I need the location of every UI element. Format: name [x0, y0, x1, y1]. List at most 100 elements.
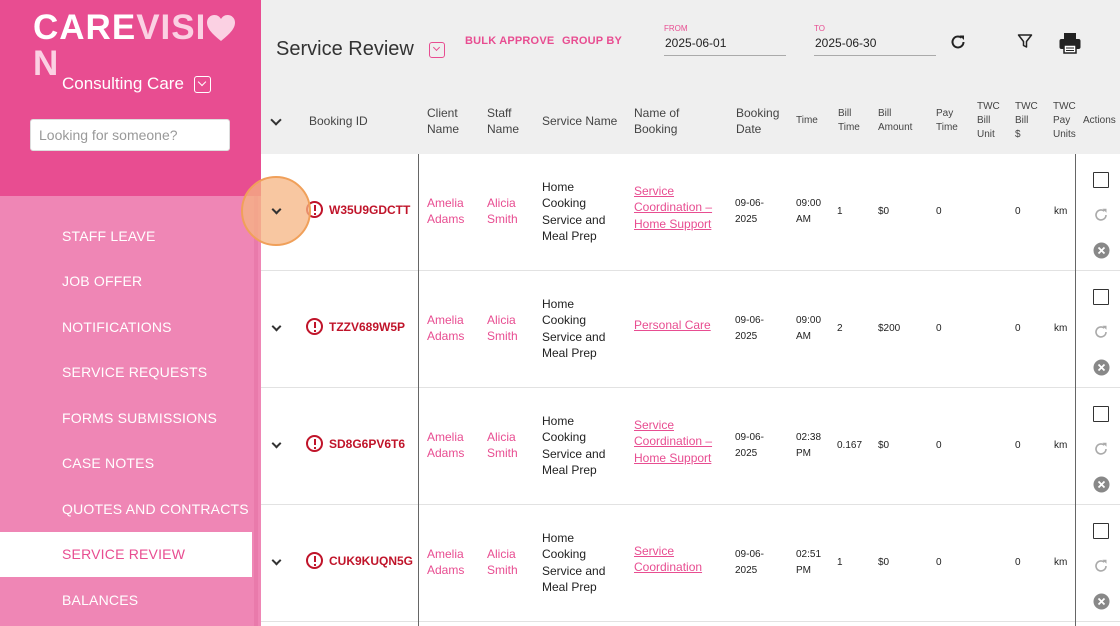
column-header-twc-bill-dollar[interactable]: TWC Bill $: [1015, 100, 1038, 142]
twc-pay-units: km: [1054, 323, 1068, 334]
client-name[interactable]: Amelia Adams: [427, 429, 464, 462]
chevron-down-icon[interactable]: [271, 555, 282, 566]
staff-name[interactable]: Alicia Smith: [487, 312, 518, 345]
sidebar-scrollbar[interactable]: [254, 196, 258, 626]
refresh-icon[interactable]: [949, 33, 967, 51]
text-line: Home: [542, 531, 575, 545]
chevron-down-icon[interactable]: [429, 42, 445, 58]
text-line: Meal Prep: [542, 345, 597, 360]
client-name[interactable]: Amelia Adams: [427, 546, 464, 579]
from-date-field[interactable]: FROM 2025-06-01: [664, 24, 786, 56]
column-header-time[interactable]: Time: [796, 114, 818, 128]
column-header-twc-pay-units[interactable]: TWC Pay Units: [1053, 100, 1081, 142]
column-header-staff-name[interactable]: Staff Name: [487, 105, 519, 137]
column-header-text: Amount: [878, 122, 913, 133]
column-header-text: Name: [427, 122, 460, 136]
text-line: Meal Prep: [542, 579, 597, 594]
bulk-approve-button[interactable]: BULK APPROVE: [465, 35, 554, 47]
booking-id[interactable]: SD8G6PV6T6: [306, 435, 405, 452]
client-name[interactable]: Amelia Adams: [427, 312, 464, 345]
booking-date: 09-06- 2025: [735, 430, 764, 462]
booking-id[interactable]: W35U9GDCTT: [306, 201, 410, 218]
bill-time: 0.167: [837, 440, 863, 451]
booking-name-link[interactable]: Service Coordination – Home Support: [634, 417, 712, 466]
refresh-icon[interactable]: [1093, 441, 1109, 457]
bill-time: 1: [837, 557, 843, 568]
text-line: Home: [542, 180, 575, 194]
booking-name-link[interactable]: Personal Care: [634, 317, 711, 333]
carevision-logo[interactable]: CAREVISI N: [33, 10, 261, 82]
cancel-icon[interactable]: [1093, 476, 1110, 493]
staff-name[interactable]: Alicia Smith: [487, 546, 518, 579]
sidebar-item-staff-leave[interactable]: STAFF LEAVE: [0, 213, 252, 259]
twc-bill-dollar: 0: [1015, 206, 1021, 217]
text-line: 09-06-: [735, 432, 764, 443]
text-line: Home Support: [634, 216, 712, 231]
filter-icon[interactable]: [1017, 33, 1033, 49]
select-checkbox[interactable]: [1093, 172, 1109, 188]
cancel-icon[interactable]: [1093, 242, 1110, 259]
column-header-twc-bill-unit[interactable]: TWC Bill Unit: [977, 100, 1000, 142]
cancel-icon[interactable]: [1093, 359, 1110, 376]
sidebar-item-case-notes[interactable]: CASE NOTES: [0, 441, 252, 487]
search-input[interactable]: [30, 119, 230, 151]
sidebar-item-forms-submissions[interactable]: FORMS SUBMISSIONS: [0, 395, 252, 441]
to-date-value[interactable]: 2025-06-30: [814, 33, 936, 56]
from-label: FROM: [664, 24, 688, 33]
booking-id-text: TZZV689W5P: [329, 319, 406, 334]
booking-id[interactable]: CUK9KUQN5G: [306, 552, 413, 569]
cancel-icon[interactable]: [1093, 593, 1110, 610]
column-header-actions: Actions: [1083, 115, 1116, 126]
chevron-down-icon[interactable]: [271, 438, 282, 449]
chevron-down-icon[interactable]: [193, 75, 211, 93]
text-line: Service: [634, 544, 675, 558]
sidebar-item-quotes-and-contracts[interactable]: QUOTES AND CONTRACTS: [0, 486, 252, 532]
chevron-down-icon[interactable]: [271, 321, 282, 332]
logo-text-visi: VISI: [136, 8, 207, 47]
text-line: 09:00: [796, 315, 822, 326]
column-header-text: TWC: [1015, 101, 1038, 112]
column-header-bill-time[interactable]: Bill Time: [838, 107, 860, 135]
sidebar-item-service-requests[interactable]: SERVICE REQUESTS: [0, 350, 252, 396]
text-line: Service and: [542, 329, 606, 344]
text-line: Service and: [542, 563, 606, 578]
booking-name-link[interactable]: Service Coordination: [634, 543, 702, 576]
to-date-field[interactable]: TO 2025-06-30: [814, 24, 936, 56]
group-by-button[interactable]: GROUP BY: [562, 35, 622, 47]
column-header-pay-time[interactable]: Pay Time: [936, 107, 958, 135]
client-name[interactable]: Amelia Adams: [427, 195, 464, 228]
org-selector[interactable]: Consulting Care: [62, 74, 211, 94]
column-header-booking-id[interactable]: Booking ID: [309, 113, 368, 129]
column-header-booking-date[interactable]: Booking Date: [736, 105, 779, 137]
print-icon[interactable]: [1058, 31, 1082, 55]
select-checkbox[interactable]: [1093, 406, 1109, 422]
text-line: Service and: [542, 446, 606, 461]
text-line: Alicia: [487, 313, 516, 327]
column-header-client-name[interactable]: Client Name: [427, 105, 459, 137]
refresh-icon[interactable]: [1093, 558, 1109, 574]
refresh-icon[interactable]: [1093, 207, 1109, 223]
from-date-value[interactable]: 2025-06-01: [664, 33, 786, 56]
expand-all-chevron-icon[interactable]: [270, 114, 282, 126]
booking-id[interactable]: TZZV689W5P: [306, 318, 405, 335]
booking-id-text: SD8G6PV6T6: [329, 436, 406, 451]
booking-name-link[interactable]: Service Coordination – Home Support: [634, 183, 712, 232]
sidebar-item-balances[interactable]: BALANCES: [0, 577, 252, 623]
bill-time: 2: [837, 323, 843, 334]
select-checkbox[interactable]: [1093, 523, 1109, 539]
staff-name[interactable]: Alicia Smith: [487, 429, 518, 462]
column-header-service-name[interactable]: Service Name: [542, 113, 617, 129]
refresh-icon[interactable]: [1093, 324, 1109, 340]
staff-name[interactable]: Alicia Smith: [487, 195, 518, 228]
column-header-bill-amount[interactable]: Bill Amount: [878, 107, 912, 135]
column-header-name-of-booking[interactable]: Name of Booking: [634, 105, 679, 137]
table-row: TZZV689W5P Amelia Adams Alicia Smith Home C…: [261, 271, 1120, 388]
text-line: Amelia: [427, 313, 464, 327]
booking-id-text: W35U9GDCTT: [329, 202, 411, 217]
column-header-text: Pay: [936, 108, 954, 119]
select-checkbox[interactable]: [1093, 289, 1109, 305]
sidebar-item-job-offer[interactable]: JOB OFFER: [0, 259, 252, 305]
pay-time: 0: [936, 557, 942, 568]
sidebar-item-notifications[interactable]: NOTIFICATIONS: [0, 304, 252, 350]
sidebar-item-service-review[interactable]: SERVICE REVIEW: [0, 531, 252, 577]
